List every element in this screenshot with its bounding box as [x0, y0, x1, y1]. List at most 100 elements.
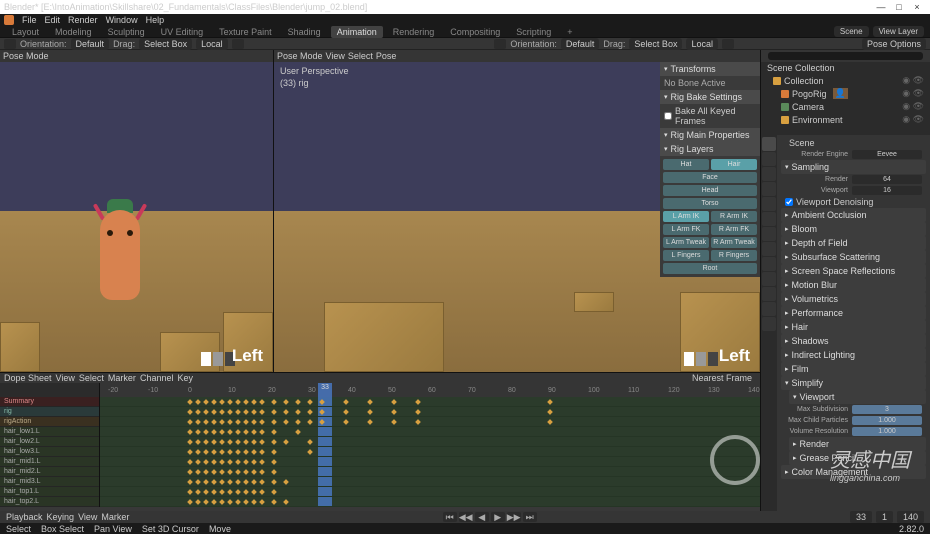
local2-select[interactable]: Local [686, 38, 718, 50]
ch-hair8[interactable]: hair_top2.L [0, 497, 99, 507]
local-select[interactable]: Local [196, 38, 228, 50]
rigbtn-face[interactable]: Face [663, 172, 757, 183]
props-scene[interactable]: Scene [789, 138, 815, 148]
menu-render[interactable]: Render [68, 15, 98, 25]
ws-shading[interactable]: Shading [282, 26, 327, 38]
vol-res[interactable]: 1.000 [852, 427, 922, 436]
ptab-material-icon[interactable] [762, 317, 776, 331]
max-child[interactable]: 1.000 [852, 416, 922, 425]
rigbtn-larmfk[interactable]: L Arm FK [663, 224, 709, 235]
ptab-modifier-icon[interactable] [762, 227, 776, 241]
jump-start-icon[interactable]: ⏮ [443, 512, 457, 522]
orient2-select[interactable]: Default [561, 38, 600, 50]
end-frame[interactable]: 140 [897, 511, 924, 523]
ptab-object-icon[interactable] [762, 212, 776, 226]
rigbtn-hat[interactable]: Hat [663, 159, 709, 170]
ptab-data-icon[interactable] [762, 287, 776, 301]
tr-keying[interactable]: Keying [47, 512, 75, 522]
sec-sss[interactable]: Subsurface Scattering [781, 250, 926, 264]
rigbtn-hair[interactable]: Hair [711, 159, 757, 170]
ws-texpaint[interactable]: Texture Paint [213, 26, 278, 38]
ds-channel[interactable]: Channel [140, 373, 174, 383]
jump-end-icon[interactable]: ⏭ [523, 512, 537, 522]
ds-key[interactable]: Key [177, 373, 193, 383]
ch-hair1[interactable]: hair_low1.L [0, 427, 99, 437]
minimize-button[interactable]: — [872, 2, 890, 12]
ptab-particle-icon[interactable] [762, 242, 776, 256]
ptab-world-icon[interactable] [762, 197, 776, 211]
drag2-select[interactable]: Select Box [629, 38, 682, 50]
tool-icon2[interactable] [494, 39, 506, 49]
ds-editor[interactable]: Dope Sheet [4, 373, 52, 383]
out-pogorig[interactable]: PogoRig👤◉ 👁 [761, 87, 930, 100]
scene-selector[interactable]: Scene [834, 26, 869, 37]
tr-playback[interactable]: Playback [6, 512, 43, 522]
ws-sculpting[interactable]: Sculpting [102, 26, 151, 38]
ch-hair2[interactable]: hair_low2.L [0, 437, 99, 447]
outliner-search[interactable] [768, 52, 923, 60]
ch-rig[interactable]: rig [0, 407, 99, 417]
ptab-render-icon[interactable] [762, 137, 776, 151]
sec-perf[interactable]: Performance [781, 306, 926, 320]
viewlayer-selector[interactable]: View Layer [873, 26, 924, 37]
out-camera[interactable]: Camera◉ 👁 [761, 100, 930, 113]
ch-action[interactable]: rigAction [0, 417, 99, 427]
opt-icon[interactable] [722, 39, 734, 49]
np-rigbake[interactable]: Rig Bake Settings [660, 90, 760, 104]
sec-ssr[interactable]: Screen Space Reflections [781, 264, 926, 278]
sec-simplify[interactable]: Simplify [781, 376, 926, 390]
rigbtn-rfing[interactable]: R Fingers [711, 250, 757, 261]
np-riglayers[interactable]: Rig Layers [660, 142, 760, 156]
ws-rendering[interactable]: Rendering [387, 26, 441, 38]
play-rev-icon[interactable]: ◀ [475, 512, 489, 522]
rigbtn-larmtw[interactable]: L Arm Tweak [663, 237, 709, 248]
sec-gp[interactable]: Grease Pencil [789, 451, 926, 465]
rigbtn-larmik[interactable]: L Arm IK [663, 211, 709, 222]
vp2-menu-pose[interactable]: Pose [376, 51, 397, 61]
ws-uv[interactable]: UV Editing [155, 26, 210, 38]
ch-hair5[interactable]: hair_mid2.L [0, 467, 99, 477]
rigbtn-lfing[interactable]: L Fingers [663, 250, 709, 261]
ws-modeling[interactable]: Modeling [49, 26, 98, 38]
rigbtn-head[interactable]: Head [663, 185, 757, 196]
ptab-physics-icon[interactable] [762, 257, 776, 271]
ptab-scene-icon[interactable] [762, 182, 776, 196]
vp2-menu-view[interactable]: View [326, 51, 345, 61]
np-rigmain[interactable]: Rig Main Properties [660, 128, 760, 142]
sec-sampling[interactable]: Sampling [781, 160, 926, 174]
menu-edit[interactable]: Edit [45, 15, 61, 25]
sec-vol[interactable]: Volumetrics [781, 292, 926, 306]
prev-key-icon[interactable]: ◀◀ [459, 512, 473, 522]
ch-summary[interactable]: Summary [0, 397, 99, 407]
sec-shadows[interactable]: Shadows [781, 334, 926, 348]
out-scenecol[interactable]: Scene Collection [761, 62, 930, 74]
sec-ao[interactable]: Ambient Occlusion [781, 208, 926, 222]
ds-snap[interactable]: Nearest Frame [692, 373, 752, 383]
tr-marker[interactable]: Marker [101, 512, 129, 522]
sec-indirect[interactable]: Indirect Lighting [781, 348, 926, 362]
ds-view[interactable]: View [56, 373, 75, 383]
menu-window[interactable]: Window [106, 15, 138, 25]
out-collection[interactable]: Collection◉ 👁 [761, 74, 930, 87]
rigbtn-rarmik[interactable]: R Arm IK [711, 211, 757, 222]
maximize-button[interactable]: □ [890, 2, 908, 12]
render-engine-select[interactable]: Eevee [852, 150, 922, 159]
ch-hair4[interactable]: hair_mid1.L [0, 457, 99, 467]
sec-film[interactable]: Film [781, 362, 926, 376]
tool-icon[interactable] [4, 39, 16, 49]
ws-add[interactable]: + [561, 26, 578, 38]
ws-layout[interactable]: Layout [6, 26, 45, 38]
sec-dof[interactable]: Depth of Field [781, 236, 926, 250]
ch-hair7[interactable]: hair_top1.L [0, 487, 99, 497]
play-icon[interactable]: ▶ [491, 512, 505, 522]
vp-denoising-cb[interactable]: Viewport Denoising [781, 196, 926, 208]
menu-file[interactable]: File [22, 15, 37, 25]
frame-ruler[interactable]: -20 -10 0 10 20 30 40 50 60 70 80 90 100… [100, 383, 760, 397]
sec-colormgmt[interactable]: Color Management [781, 465, 926, 479]
np-bakeall[interactable]: Bake All Keyed Frames [660, 104, 760, 128]
sec-bloom[interactable]: Bloom [781, 222, 926, 236]
ws-compositing[interactable]: Compositing [444, 26, 506, 38]
out-env[interactable]: Environment◉ 👁 [761, 113, 930, 126]
pose-options[interactable]: Pose Options [862, 38, 926, 50]
drag-select[interactable]: Select Box [139, 38, 192, 50]
